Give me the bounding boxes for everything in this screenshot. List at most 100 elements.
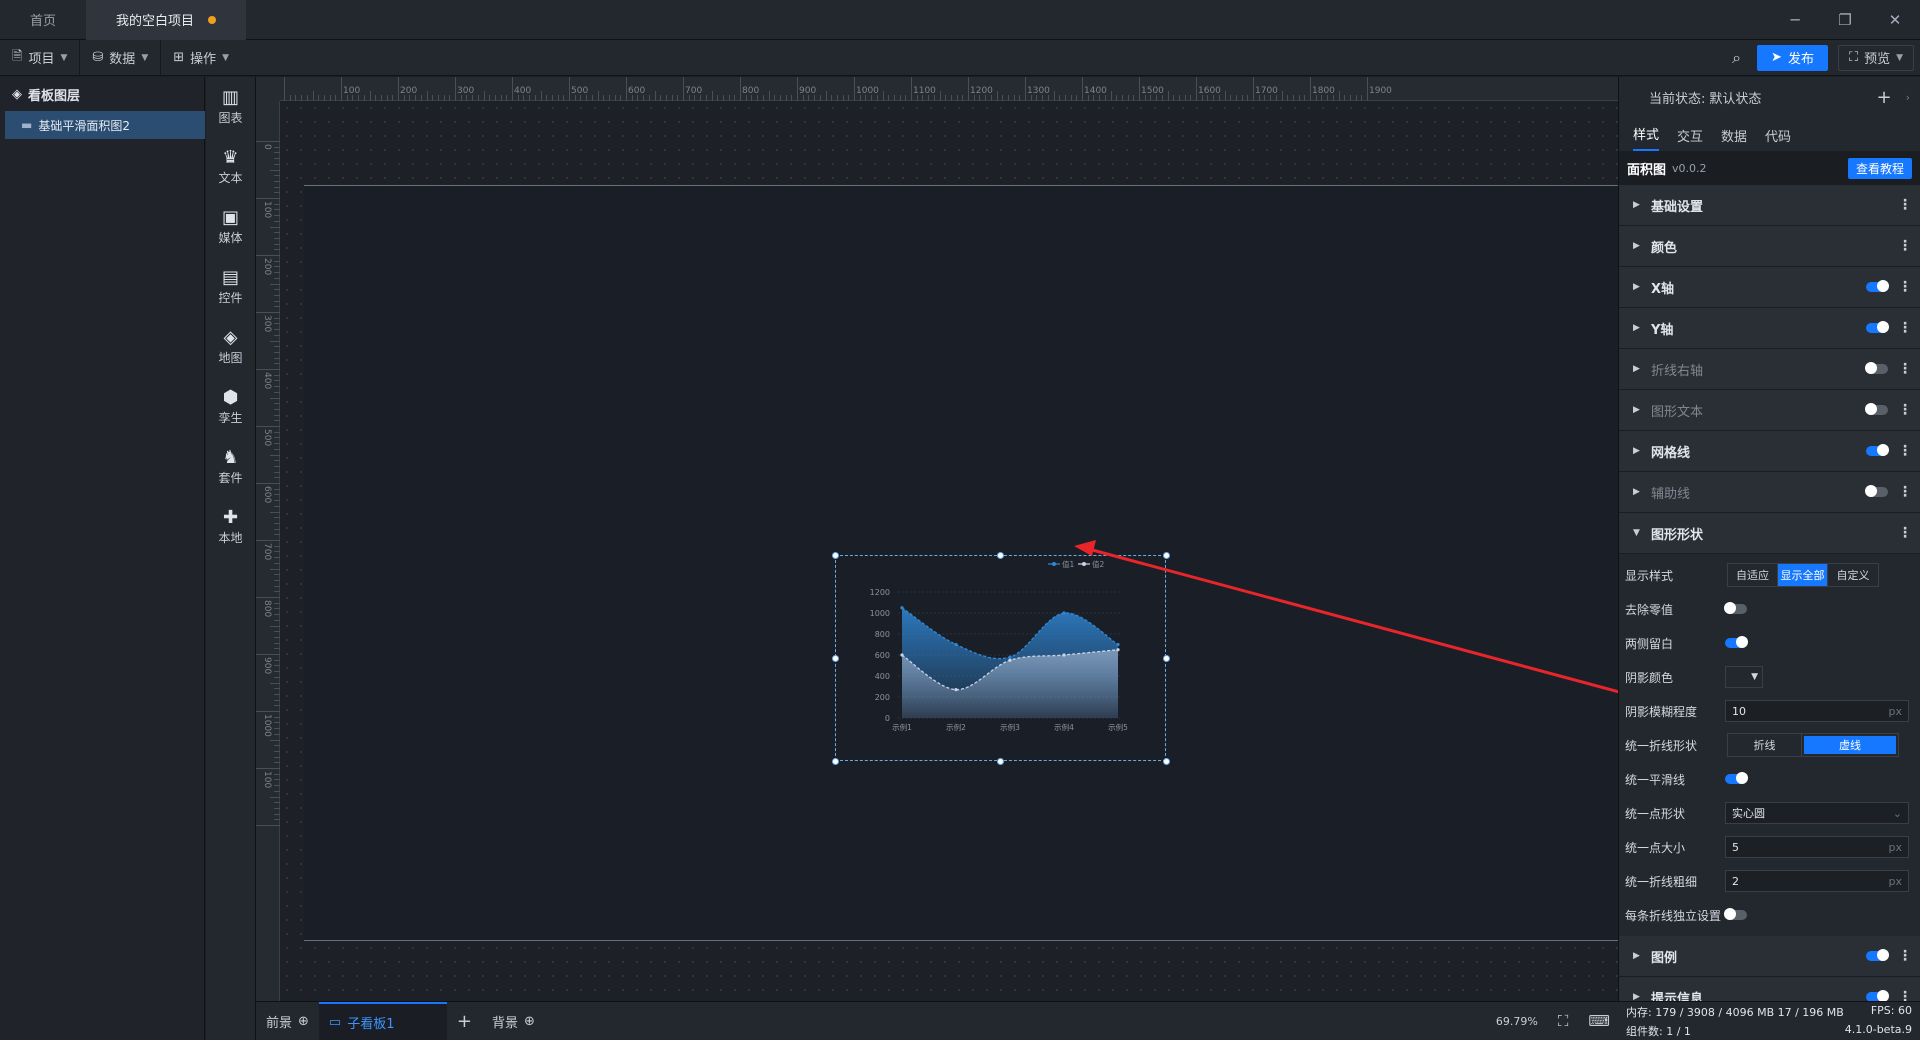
section-toggle[interactable] [1865,485,1888,497]
remove-zero-toggle[interactable] [1724,602,1747,614]
section-toggle[interactable] [1866,280,1889,292]
section-tooltip[interactable]: ▶ 提示信息 ⋮ [1619,977,1920,1001]
more-icon[interactable]: ⋮ [1898,197,1912,213]
project-menu[interactable]: 🗎 项目 ▼ [0,39,81,76]
remove-zero-label: 去除零值 [1625,602,1674,617]
section-item[interactable]: ▶ 颜色 ⋮ [1619,226,1920,267]
section-shape[interactable]: ▼ 图形形状 ⋮ [1619,513,1920,554]
section-item[interactable]: ▶ 网格线 ⋮ [1619,431,1920,472]
line-width-input[interactable]: 2 px [1725,870,1909,892]
comp-map[interactable]: ◈ 地图 [206,317,255,377]
resize-handle[interactable] [831,757,839,765]
section-toggle[interactable] [1865,403,1888,415]
more-icon[interactable]: ⋮ [1898,525,1912,541]
more-icon[interactable]: ⋮ [1898,989,1912,1001]
layers-panel: ◈ 看板图层 ▬ 基础平滑面积图2 [0,77,205,1040]
display-option[interactable]: 自定义 [1828,564,1878,586]
resize-handle[interactable] [831,654,839,662]
data-point [1062,653,1066,657]
chart-component[interactable]: 0 200 400 600 800 1000 1200 示例1 示例2 示例3 示例4 示例5 值1 值2 [831,551,1170,765]
line-shape-option[interactable]: 折线 [1728,734,1802,756]
point-size-input[interactable]: 5 px [1725,836,1909,858]
resize-handle[interactable] [997,757,1004,765]
more-icon[interactable]: ⋮ [1898,279,1912,295]
ruler-tick [831,95,833,101]
state-value[interactable]: 默认状态 [1709,88,1761,107]
section-item[interactable]: ▶ 辅助线 ⋮ [1619,472,1920,513]
tab-1[interactable]: 交互 [1677,126,1703,151]
fit-screen-icon[interactable]: ⛶ [1558,1012,1569,1030]
add-board-button[interactable]: + [447,1002,482,1040]
point-shape-select[interactable]: 实心圆 ⌄ [1725,802,1909,824]
operate-menu[interactable]: ⊞ 操作 ▼ [161,40,241,76]
line-shape-option[interactable]: 虚线 [1804,736,1896,754]
resize-handle[interactable] [1162,551,1170,559]
comp-media[interactable]: ▣ 媒体 [206,197,255,257]
both-blank-toggle[interactable] [1725,636,1748,648]
section-toggle[interactable] [1866,321,1889,333]
legend-toggle[interactable] [1866,949,1889,961]
resize-handle[interactable] [831,551,839,559]
more-icon[interactable]: ⋮ [1898,320,1912,336]
more-icon[interactable]: ⋮ [1898,948,1912,964]
display-option[interactable]: 显示全部 [1778,564,1828,586]
tab-0[interactable]: 样式 [1633,124,1660,151]
area-chart: 0 200 400 600 800 1000 1200 示例1 示例2 示例3 示例4 示例5 值1 值2 [870,559,1128,732]
publish-button[interactable]: ➤ 发布 [1757,44,1828,71]
section-item[interactable]: ▶ 基础设置 ⋮ [1619,185,1920,226]
add-circle-icon[interactable]: ⊕ [524,1014,535,1029]
more-icon[interactable]: ⋮ [1898,361,1912,377]
tooltip-toggle[interactable] [1866,990,1889,1001]
ruler-label: 400 [262,372,272,390]
restore-icon[interactable]: ❐ [1820,0,1870,40]
shadow-blur-input[interactable]: 10 px [1725,700,1909,722]
layer-item[interactable]: ▬ 基础平滑面积图2 [5,111,205,139]
tab-project[interactable]: 我的空白项目 [86,0,247,40]
section-item[interactable]: ▶ 折线右轴 ⋮ [1619,349,1920,390]
comp-chart[interactable]: ▥ 图表 [206,77,255,137]
preview-button[interactable]: ⛶ 预览 ▼ [1837,44,1914,71]
more-icon[interactable]: ⋮ [1898,402,1912,418]
zoom-level[interactable]: 69.79% [1496,1015,1538,1028]
section-item[interactable]: ▶ 图形文本 ⋮ [1619,390,1920,431]
chevron-right-icon[interactable]: › [1906,91,1910,104]
foreground-tab[interactable]: 前景 ⊕ [256,1002,319,1040]
comp-control[interactable]: ▤ 控件 [206,257,255,317]
close-icon[interactable]: ✕ [1870,0,1920,40]
tab-2[interactable]: 数据 [1721,126,1747,151]
canvas-area[interactable]: 0 200 400 600 800 1000 1200 示例1 示例2 示例3 示例4 示例5 值1 值2… [256,77,1618,1001]
more-icon[interactable]: ⋮ [1898,443,1912,459]
minimize-icon[interactable]: ─ [1770,0,1820,40]
data-menu[interactable]: ⛁ 数据 ▼ [80,39,162,76]
comp-twin[interactable]: ⬢ 孪生 [206,377,255,437]
background-tab[interactable]: 背景 ⊕ [482,1002,545,1040]
resize-handle[interactable] [1162,654,1170,662]
add-state-icon[interactable]: + [1877,87,1892,108]
shadow-color-picker[interactable]: ▼ [1725,666,1763,688]
section-item[interactable]: ▶ Y轴 ⋮ [1619,308,1920,349]
comp-text[interactable]: ♛ 文本 [206,137,255,197]
independent-toggle[interactable] [1724,908,1747,920]
legend-label[interactable]: 值2 [1092,559,1105,569]
section-item[interactable]: ▶ X轴 ⋮ [1619,267,1920,308]
tab-home[interactable]: 首页 [0,0,86,40]
more-icon[interactable]: ⋮ [1898,484,1912,500]
ruler-tick [274,180,280,182]
resize-handle[interactable] [997,551,1004,559]
section-toggle[interactable] [1866,444,1889,456]
tutorial-button[interactable]: 查看教程 [1847,157,1912,179]
comp-local[interactable]: ✚ 本地 [206,497,255,557]
sub-board-tab[interactable]: ▭ 子看板1 [318,1001,447,1040]
keyboard-icon[interactable]: ⌨ [1588,1012,1610,1030]
section-toggle[interactable] [1865,362,1888,374]
section-legend[interactable]: ▶ 图例 ⋮ [1619,936,1920,977]
legend-label[interactable]: 值1 [1062,559,1075,569]
display-option[interactable]: 自适应 [1728,564,1778,586]
more-icon[interactable]: ⋮ [1898,238,1912,254]
resize-handle[interactable] [1162,757,1170,765]
comp-kit[interactable]: ♞ 套件 [206,437,255,497]
tab-3[interactable]: 代码 [1765,126,1791,151]
search-icon[interactable]: ⌕ [1732,48,1741,68]
smooth-line-toggle[interactable] [1725,772,1748,784]
add-circle-icon[interactable]: ⊕ [298,1014,309,1029]
